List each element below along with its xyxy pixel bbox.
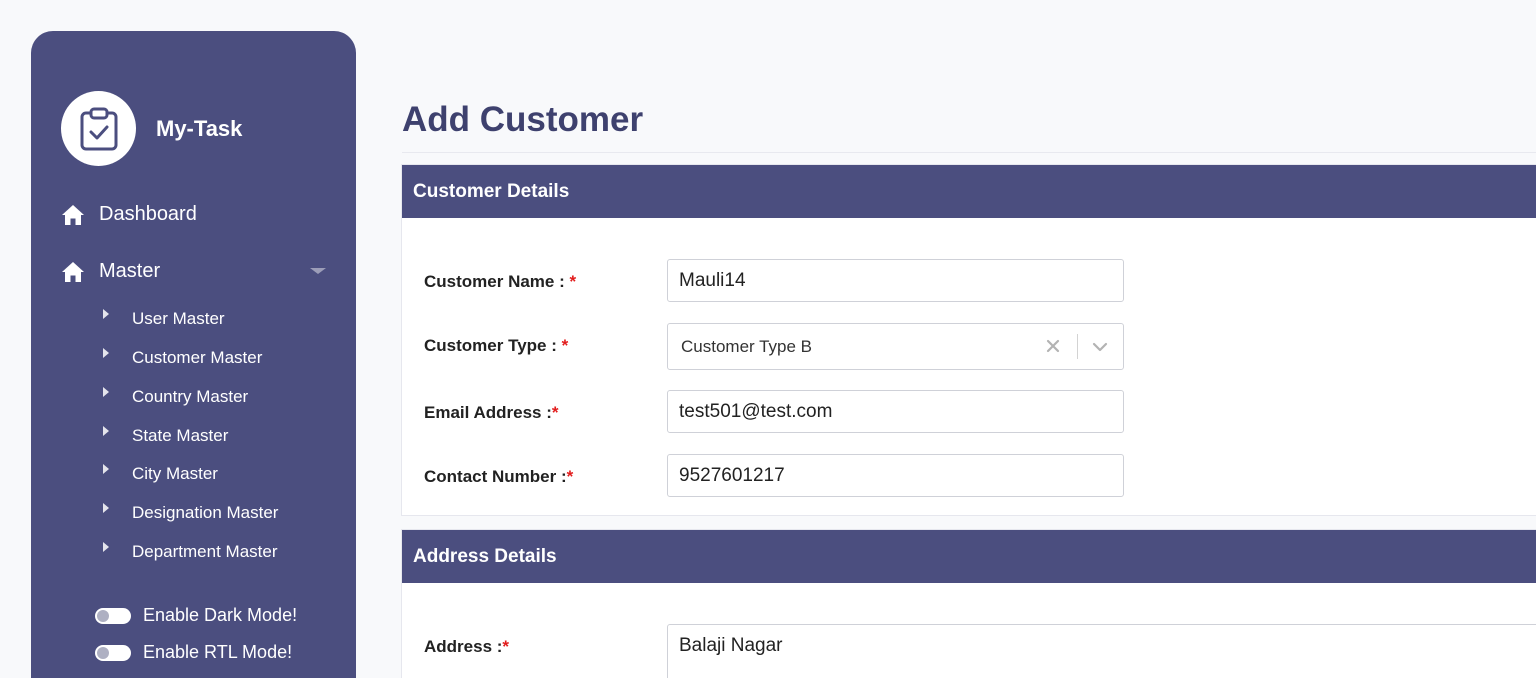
- address-textarea[interactable]: Balaji Nagar: [667, 624, 1536, 678]
- dark-mode-label: Enable Dark Mode!: [143, 605, 298, 625]
- sidebar-item-label: User Master: [132, 309, 225, 328]
- dark-mode-toggle-row: Enable Dark Mode!: [95, 605, 297, 626]
- sidebar-item-label: Country Master: [132, 387, 249, 406]
- brand[interactable]: My-Task: [61, 91, 242, 166]
- sidebar-item-label: Department Master: [132, 542, 278, 561]
- customer-details-card: Customer Details Customer Name : * Mauli…: [401, 164, 1536, 516]
- email-label: Email Address :*: [424, 403, 559, 422]
- customer-type-label: Customer Type : *: [424, 336, 569, 355]
- page-title: Add Customer: [402, 100, 644, 139]
- home-icon: [62, 204, 84, 225]
- email-input[interactable]: test501@test.com: [667, 390, 1124, 433]
- address-details-header: Address Details: [402, 530, 1536, 583]
- caret-down-icon: [310, 268, 326, 274]
- customer-details-header: Customer Details: [402, 165, 1536, 218]
- sidebar-item-label: City Master: [132, 464, 218, 483]
- address-details-card: Address Details Address :* Balaji Nagar: [401, 529, 1536, 678]
- select-separator: [1077, 334, 1078, 359]
- caret-right-icon: [103, 542, 109, 552]
- sidebar-item-department-master[interactable]: Department Master: [103, 542, 278, 562]
- sidebar-item-label: State Master: [132, 426, 229, 445]
- home-icon: [62, 261, 84, 282]
- logo: [61, 91, 136, 166]
- sidebar-item-label: Designation Master: [132, 503, 279, 522]
- nav-item-dashboard[interactable]: Dashboard: [61, 203, 326, 226]
- customer-name-input[interactable]: Mauli14: [667, 259, 1124, 302]
- caret-right-icon: [103, 464, 109, 474]
- caret-right-icon: [103, 309, 109, 319]
- brand-name: My-Task: [156, 115, 243, 141]
- caret-right-icon: [103, 387, 109, 397]
- caret-right-icon: [103, 348, 109, 358]
- caret-right-icon: [103, 503, 109, 513]
- rtl-mode-label: Enable RTL Mode!: [143, 642, 293, 662]
- nav-item-master[interactable]: Master: [61, 260, 326, 283]
- nav-label-dashboard: Dashboard: [99, 203, 197, 225]
- clipboard-check-icon: [80, 107, 117, 150]
- chevron-down-icon[interactable]: [1091, 338, 1109, 356]
- caret-right-icon: [103, 426, 109, 436]
- sidebar-item-user-master[interactable]: User Master: [103, 309, 225, 329]
- sidebar-item-label: Customer Master: [132, 348, 263, 367]
- sidebar-item-customer-master[interactable]: Customer Master: [103, 348, 262, 368]
- sidebar-item-city-master[interactable]: City Master: [103, 464, 218, 484]
- rtl-mode-toggle-row: Enable RTL Mode!: [95, 642, 292, 663]
- nav-label-master: Master: [99, 260, 161, 282]
- customer-type-select[interactable]: Customer Type B: [667, 323, 1124, 370]
- dark-mode-toggle[interactable]: [95, 607, 131, 624]
- sidebar: My-Task Dashboard Master User Master Cus…: [31, 31, 356, 678]
- sidebar-item-state-master[interactable]: State Master: [103, 426, 228, 446]
- address-label: Address :*: [424, 637, 510, 656]
- clear-icon[interactable]: [1043, 336, 1063, 356]
- contact-number-input[interactable]: 9527601217: [667, 454, 1124, 497]
- sidebar-item-designation-master[interactable]: Designation Master: [103, 503, 278, 523]
- customer-type-value: Customer Type B: [681, 336, 813, 356]
- rtl-mode-toggle[interactable]: [95, 644, 131, 661]
- contact-number-label: Contact Number :*: [424, 467, 574, 486]
- sidebar-item-country-master[interactable]: Country Master: [103, 387, 248, 407]
- divider: [402, 152, 1536, 153]
- customer-name-label: Customer Name : *: [424, 272, 577, 291]
